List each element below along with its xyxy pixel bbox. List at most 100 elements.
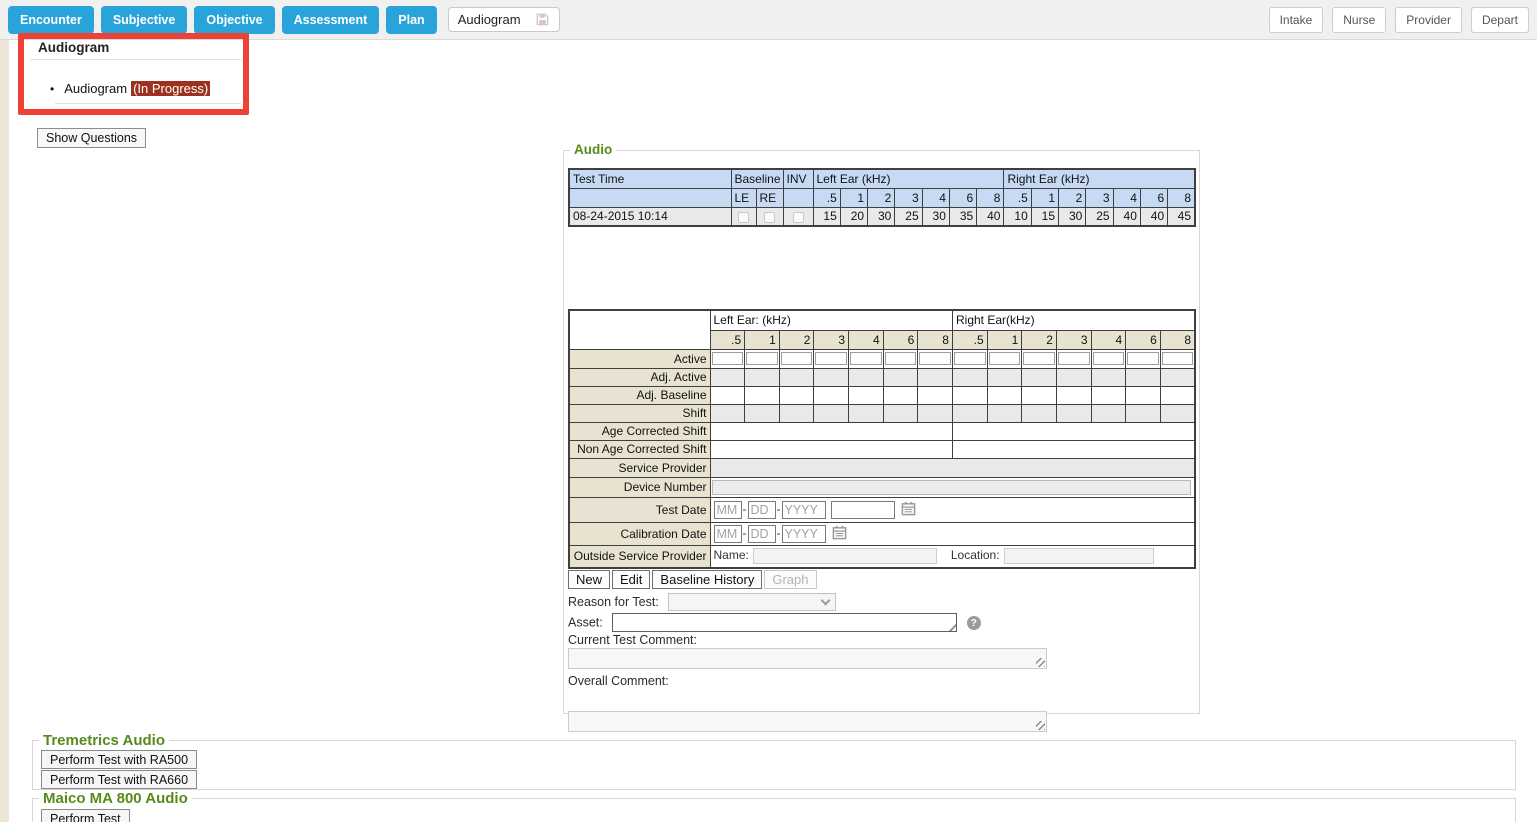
resize-handle-icon[interactable]: [1036, 658, 1045, 667]
detail-row-service-provider: Service Provider: [569, 458, 1195, 477]
freq-header: .5: [710, 330, 745, 349]
active-threshold-input[interactable]: [885, 352, 917, 365]
graph-button: Graph: [764, 570, 816, 589]
row-label: Device Number: [569, 477, 710, 497]
calibration-date-dd-input[interactable]: [748, 525, 776, 543]
left-ear-header: Left Ear: (kHz): [710, 310, 952, 330]
maico-legend: Maico MA 800 Audio: [39, 790, 192, 807]
asset-row: Asset: ?: [568, 613, 981, 632]
date-separator: -: [743, 502, 747, 516]
value-cell: [918, 404, 953, 422]
role-button-depart[interactable]: Depart: [1471, 7, 1529, 33]
active-threshold-input[interactable]: [850, 352, 882, 365]
calibration-date-mm-input[interactable]: [714, 525, 742, 543]
active-cell: [1160, 349, 1195, 368]
row-label: Age Corrected Shift: [569, 422, 710, 440]
audiogram-item-label[interactable]: Audiogram: [64, 81, 127, 96]
nav-button-assessment[interactable]: Assessment: [282, 6, 380, 34]
test-date-time-input[interactable]: [831, 501, 895, 519]
freq-header: .5: [813, 188, 840, 207]
threshold-cell: 15: [813, 207, 840, 226]
edit-button[interactable]: Edit: [612, 570, 650, 589]
role-button-provider[interactable]: Provider: [1395, 7, 1462, 33]
audiogram-list-item[interactable]: •Audiogram(In Progress): [50, 81, 210, 96]
threshold-cell: 25: [895, 207, 922, 226]
threshold-cell: 40: [977, 207, 1004, 226]
results-header-row-1: Test TimeBaselineINVLeft Ear (kHz)Right …: [569, 169, 1195, 188]
calibration-date-cell: --: [710, 522, 1195, 545]
nav-button-encounter[interactable]: Encounter: [8, 6, 94, 34]
nav-button-objective[interactable]: Objective: [194, 6, 274, 34]
outside-name-label: Name:: [714, 548, 749, 562]
test-date-mm-input[interactable]: [714, 501, 742, 519]
row-label: Adj. Active: [569, 368, 710, 386]
nav-button-subjective[interactable]: Subjective: [101, 6, 188, 34]
row-label: Service Provider: [569, 458, 710, 477]
active-threshold-input[interactable]: [954, 352, 986, 365]
show-questions-button[interactable]: Show Questions: [37, 128, 146, 148]
baseline-le-checkbox[interactable]: [738, 212, 749, 223]
active-threshold-input[interactable]: [1058, 352, 1090, 365]
active-threshold-input[interactable]: [815, 352, 847, 365]
resize-handle-icon: [948, 623, 956, 631]
active-threshold-input[interactable]: [781, 352, 813, 365]
value-cell: [883, 386, 918, 404]
test-date-dd-input[interactable]: [748, 501, 776, 519]
bullet-icon: •: [50, 82, 54, 96]
row-label: Shift: [569, 404, 710, 422]
asset-input[interactable]: [612, 613, 957, 632]
right-ear-value-cell: [952, 422, 1195, 440]
active-cell: [1126, 349, 1161, 368]
audiogram-screen: EncounterSubjectiveObjective AssessmentPl…: [0, 0, 1537, 822]
row-label: Non Age Corrected Shift: [569, 440, 710, 458]
perform-test-with-ra500-button[interactable]: Perform Test with RA500: [41, 750, 197, 769]
detail-row-calibration-date: Calibration Date--: [569, 522, 1195, 545]
threshold-cell: 20: [840, 207, 867, 226]
test-date-yyyy-input[interactable]: [782, 501, 826, 519]
results-data-row: 08-24-2015 10:14152030253035401015302540…: [569, 207, 1195, 226]
tab-audiogram[interactable]: Audiogram: [448, 7, 560, 32]
overall-comment-textarea[interactable]: [568, 711, 1047, 732]
value-cell: [814, 386, 849, 404]
calibration-date-yyyy-input[interactable]: [782, 525, 826, 543]
help-icon[interactable]: ?: [967, 616, 981, 630]
reason-for-test-select[interactable]: [668, 593, 836, 611]
role-button-intake[interactable]: Intake: [1269, 7, 1324, 33]
col-le: LE: [731, 188, 756, 207]
resize-handle-icon[interactable]: [1036, 721, 1045, 730]
role-button-nurse[interactable]: Nurse: [1332, 7, 1386, 33]
active-threshold-input[interactable]: [1162, 352, 1193, 365]
active-threshold-input[interactable]: [1093, 352, 1125, 365]
baseline-re-checkbox[interactable]: [764, 212, 775, 223]
active-threshold-input[interactable]: [1127, 352, 1159, 365]
active-threshold-input[interactable]: [746, 352, 778, 365]
threshold-cell: 40: [1140, 207, 1167, 226]
right-ear-header: Right Ear(kHz): [952, 310, 1195, 330]
baseline-history-button[interactable]: Baseline History: [652, 570, 762, 589]
perform-test-with-ra660-button[interactable]: Perform Test with RA660: [41, 770, 197, 789]
outside-location-input[interactable]: [1004, 548, 1154, 564]
calendar-icon[interactable]: [901, 501, 916, 519]
value-cell: [1022, 368, 1057, 386]
active-threshold-input[interactable]: [989, 352, 1021, 365]
active-threshold-input[interactable]: [1023, 352, 1055, 365]
value-cell: [952, 404, 987, 422]
active-threshold-input[interactable]: [919, 352, 951, 365]
active-threshold-input[interactable]: [712, 352, 744, 365]
calendar-icon[interactable]: [832, 525, 847, 543]
value-cell: [1160, 404, 1195, 422]
outside-name-input[interactable]: [753, 548, 937, 564]
value-cell: [883, 368, 918, 386]
perform-test-button[interactable]: Perform Test: [41, 809, 130, 822]
current-comment-textarea[interactable]: [568, 648, 1047, 669]
date-separator: -: [743, 526, 747, 540]
new-button[interactable]: New: [568, 570, 610, 589]
save-icon[interactable]: [535, 12, 550, 27]
test-time-cell[interactable]: 08-24-2015 10:14: [569, 207, 731, 226]
detail-row-adj-baseline: Adj. Baseline: [569, 386, 1195, 404]
inv-checkbox[interactable]: [793, 212, 804, 223]
corner-cell: [569, 310, 710, 349]
device-number-input[interactable]: [712, 480, 1192, 495]
nav-button-plan[interactable]: Plan: [386, 6, 436, 34]
value-cell: [1056, 368, 1091, 386]
